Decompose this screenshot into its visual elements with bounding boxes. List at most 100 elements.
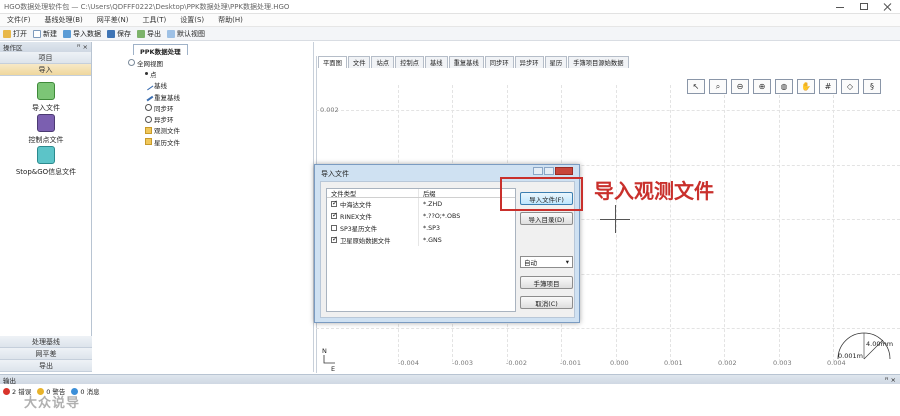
tab-control-points[interactable]: 控制点	[395, 56, 424, 68]
file-type-checkbox[interactable]	[331, 199, 338, 207]
import-file-action[interactable]: 导入文件	[0, 82, 92, 113]
tab-plan[interactable]: 平面图	[318, 56, 347, 68]
tree-root[interactable]: 全网视图	[128, 57, 180, 68]
repeat-baseline-icon	[143, 91, 154, 102]
menu-file[interactable]: 文件(F)	[0, 15, 38, 25]
group-export[interactable]: 导出	[0, 360, 92, 372]
menu-settings[interactable]: 设置(S)	[173, 15, 211, 25]
group-project[interactable]: 项目	[0, 52, 91, 64]
window-controls	[834, 2, 894, 11]
x-axis-tick-label: 0.003	[773, 359, 792, 367]
scale-length: 4.00mm	[866, 340, 894, 348]
tab-handbook-raw-data[interactable]: 手簿项目源始数据	[568, 56, 629, 68]
default-view-button[interactable]: 默认视图	[164, 29, 208, 39]
group-process-baseline[interactable]: 处理基线	[0, 336, 92, 348]
maximize-icon[interactable]	[858, 2, 870, 11]
curve-icon[interactable]: §	[863, 79, 881, 94]
zoom-out-icon[interactable]: ⊖	[731, 79, 749, 94]
new-file-icon	[33, 29, 41, 38]
import-data-button[interactable]: 导入数据	[60, 29, 104, 39]
x-axis-tick-label: -0.003	[452, 359, 473, 367]
grid-line	[316, 110, 900, 111]
tab-stations[interactable]: 站点	[371, 56, 395, 68]
tree-item-baselines[interactable]: 基线	[128, 80, 180, 91]
menu-help[interactable]: 帮助(H)	[211, 15, 250, 25]
view-tools: ↖ ⌕ ⊖ ⊕ ◍ ✋ # ◇ §	[687, 79, 881, 94]
menu-tools[interactable]: 工具(T)	[135, 15, 173, 25]
zoom-window-icon[interactable]: ⌕	[709, 79, 727, 94]
error-icon	[3, 387, 10, 395]
toolbar: 打开 新建 导入数据 保存 导出 默认视图	[0, 27, 900, 41]
window-title: HGO数据处理软件包 — C:\Users\QDFFF0222\Desktop\…	[4, 3, 290, 11]
globe-icon[interactable]: ◍	[775, 79, 793, 94]
project-tree-panel	[93, 42, 314, 372]
dialog-maximize-icon[interactable]	[544, 167, 554, 175]
close-icon[interactable]	[882, 2, 894, 11]
x-axis-tick-label: 0.001	[664, 359, 683, 367]
export-button[interactable]: 导出	[134, 29, 164, 39]
file-type-row[interactable]: SP3星历文件 *.SP3	[327, 222, 515, 234]
tree-item-points[interactable]: 点	[128, 68, 180, 79]
cancel-button[interactable]: 取消(C)	[520, 296, 573, 309]
file-type-row[interactable]: RINEX文件 *.??O;*.OBS	[327, 210, 515, 222]
operation-panel-header: 操作区 ꟸ ×	[0, 42, 91, 52]
scale-gauge: 4.00mm 0.001m	[834, 328, 894, 360]
new-button[interactable]: 新建	[30, 29, 60, 39]
tree-item-ephemeris-files[interactable]: 星历文件	[128, 136, 180, 147]
tab-files[interactable]: 文件	[347, 56, 371, 68]
handbook-project-button[interactable]: 手簿项目	[520, 276, 573, 289]
pin-close-icon[interactable]: ꟸ ×	[77, 43, 88, 51]
stopgo-file-action[interactable]: Stop&GO信息文件	[0, 146, 92, 177]
file-type-list-header: 文件类型 后缀	[327, 189, 515, 198]
file-type-row[interactable]: 中海达文件 *.ZHD	[327, 198, 515, 210]
save-button[interactable]: 保存	[104, 29, 134, 39]
output-tabs: 2 错误 0 警告 0 消息	[0, 384, 900, 398]
import-directory-button[interactable]: 导入目录(D)	[520, 212, 573, 225]
pan-hand-icon[interactable]: ✋	[797, 79, 815, 94]
tree-item-observation-files[interactable]: 观测文件	[128, 125, 180, 136]
view-tabs: 平面图 文件 站点 控制点 基线 重复基线 同步环 异步环 星历 手簿项目源始数…	[318, 56, 630, 68]
tree-item-async-loops[interactable]: 异步环	[128, 113, 180, 124]
folder-icon	[145, 138, 152, 146]
file-type-checkbox[interactable]	[331, 225, 337, 231]
import-icon	[63, 29, 71, 38]
control-point-file-icon	[37, 114, 55, 132]
chevron-down-icon: ▾	[565, 258, 569, 266]
document-tab[interactable]: PPK数据处理	[133, 44, 188, 56]
view-icon	[167, 29, 175, 38]
compass-north-label: N	[322, 347, 327, 355]
select-arrow-icon[interactable]: ↖	[687, 79, 705, 94]
x-axis-tick-label: -0.002	[506, 359, 527, 367]
group-import[interactable]: 导入	[0, 64, 91, 76]
network-icon	[128, 59, 135, 67]
pin-close-icon[interactable]: ꟸ ×	[885, 376, 896, 384]
column-header-extension: 后缀	[423, 191, 436, 198]
decode-mode-select[interactable]: 自动 ▾	[520, 256, 573, 268]
minimize-icon[interactable]	[834, 2, 846, 11]
tab-ephemeris[interactable]: 星历	[544, 56, 568, 68]
grid-icon[interactable]: #	[819, 79, 837, 94]
tab-baselines[interactable]: 基线	[424, 56, 448, 68]
menu-baseline[interactable]: 基线处理(B)	[38, 15, 90, 25]
tab-sync-loops[interactable]: 同步环	[484, 56, 514, 68]
dialog-window-controls	[533, 167, 573, 175]
menu-adjustment[interactable]: 网平差(N)	[90, 15, 136, 25]
dialog-minimize-icon[interactable]	[533, 167, 543, 175]
control-point-file-action[interactable]: 控制点文件	[0, 114, 92, 145]
open-button[interactable]: 打开	[0, 29, 30, 39]
tree-item-repeat-baselines[interactable]: 重复基线	[128, 91, 180, 102]
file-type-checkbox[interactable]	[331, 235, 338, 243]
grid-line	[833, 85, 834, 362]
tree-item-sync-loops[interactable]: 同步环	[128, 102, 180, 113]
file-type-checkbox[interactable]	[331, 211, 338, 219]
export-icon	[137, 29, 145, 38]
tab-repeat-baselines[interactable]: 重复基线	[448, 56, 484, 68]
dialog-close-icon[interactable]	[555, 167, 573, 175]
zoom-in-icon[interactable]: ⊕	[753, 79, 771, 94]
column-header-type: 文件类型	[327, 189, 419, 198]
file-type-row[interactable]: 卫星原始数据文件 *.GNS	[327, 234, 515, 246]
group-network-adjustment[interactable]: 网平差	[0, 348, 92, 360]
tab-async-loops[interactable]: 异步环	[514, 56, 544, 68]
grid-line	[316, 328, 900, 329]
eraser-icon[interactable]: ◇	[841, 79, 859, 94]
